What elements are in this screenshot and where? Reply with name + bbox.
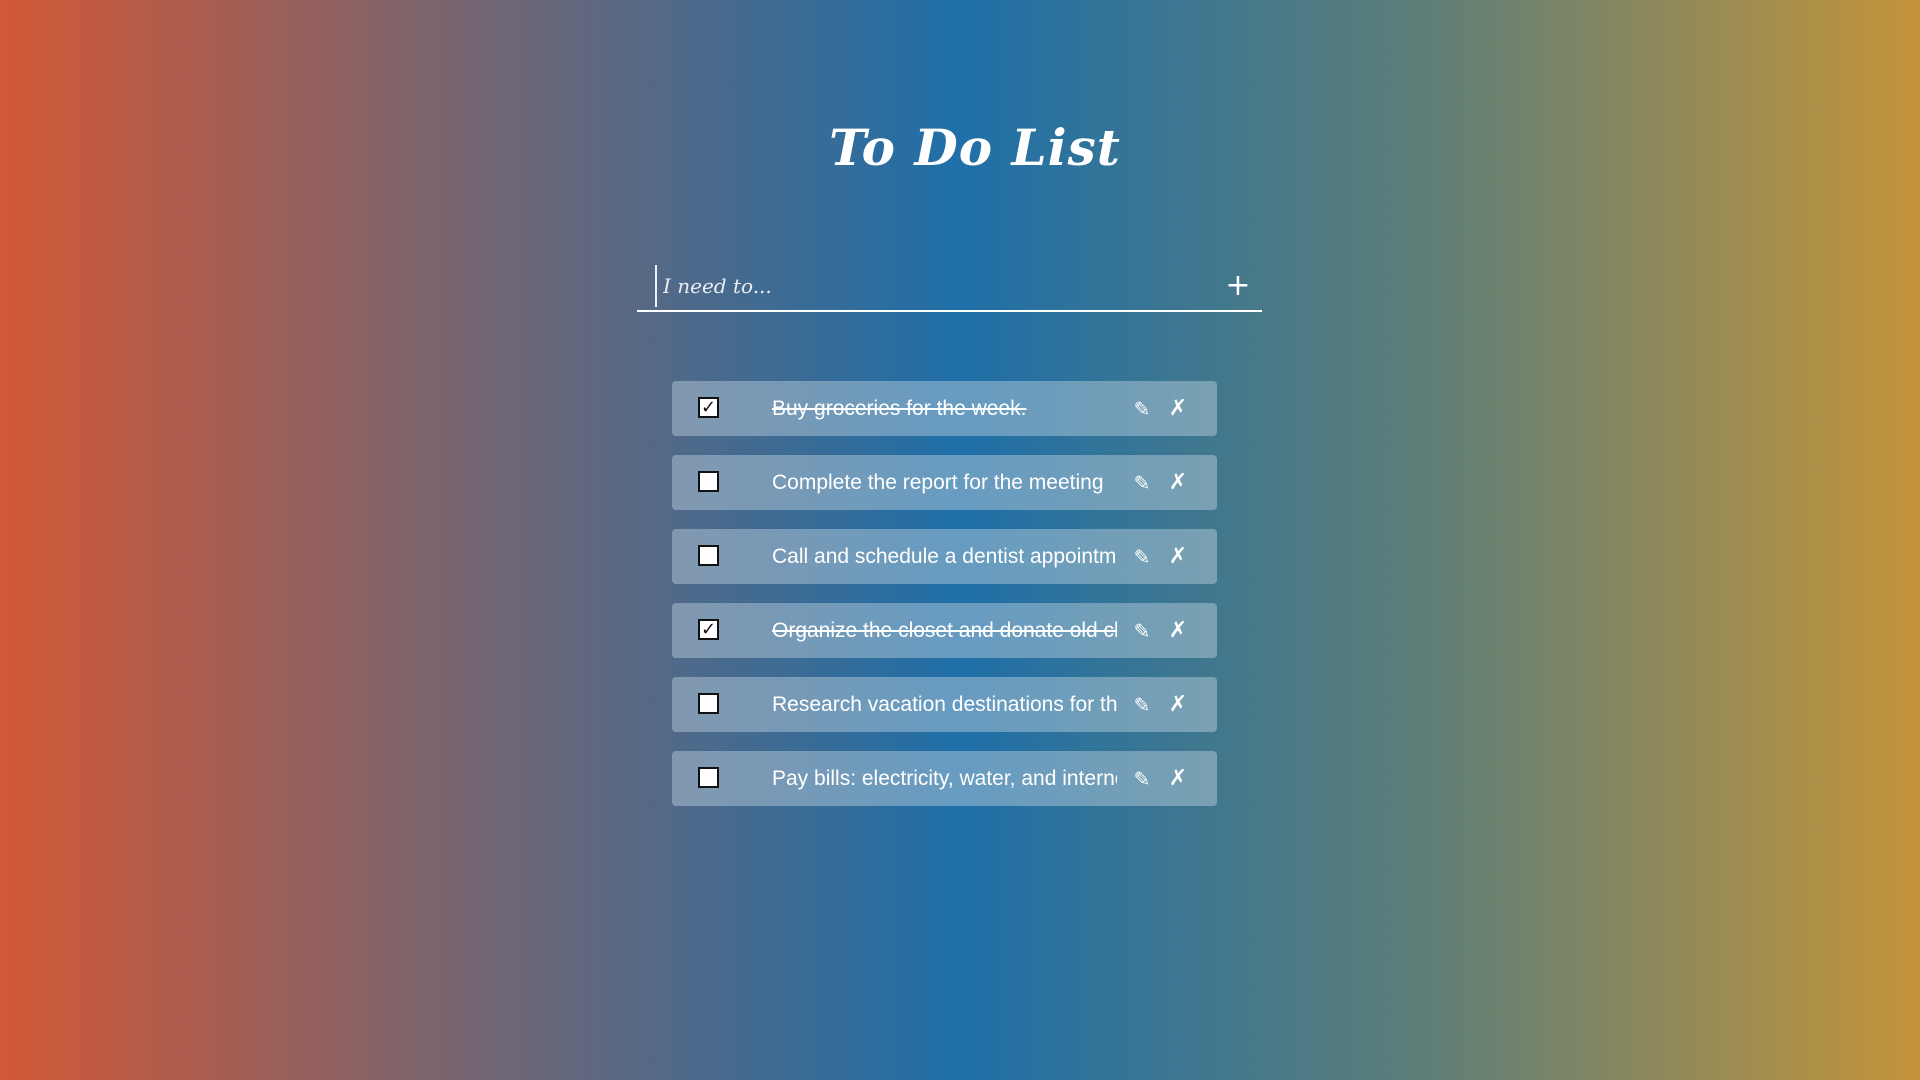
- todo-item: ✓ Buy groceries for the week. ✎ ✗: [672, 381, 1217, 436]
- edit-button[interactable]: ✎: [1128, 691, 1156, 719]
- edit-button[interactable]: ✎: [1128, 543, 1156, 571]
- pencil-icon: ✎: [1133, 766, 1151, 791]
- delete-button[interactable]: ✗: [1164, 469, 1192, 497]
- task-checkbox[interactable]: ✓: [698, 619, 719, 640]
- task-checkbox[interactable]: [698, 471, 719, 492]
- task-text: Pay bills: electricity, water, and inter…: [772, 766, 1117, 790]
- delete-button[interactable]: ✗: [1164, 617, 1192, 645]
- delete-button[interactable]: ✗: [1164, 691, 1192, 719]
- close-icon: ✗: [1168, 544, 1188, 569]
- task-text: Buy groceries for the week.: [772, 396, 1027, 420]
- task-text: Organize the closet and donate old cloth…: [772, 618, 1117, 642]
- pencil-icon: ✎: [1133, 396, 1151, 421]
- close-icon: ✗: [1168, 396, 1188, 421]
- task-checkbox[interactable]: ✓: [698, 397, 719, 418]
- delete-button[interactable]: ✗: [1164, 765, 1192, 793]
- close-icon: ✗: [1168, 766, 1188, 791]
- task-checkbox[interactable]: [698, 767, 719, 788]
- delete-button[interactable]: ✗: [1164, 395, 1192, 423]
- add-task-form: +: [637, 262, 1262, 312]
- todo-item: Research vacation destinations for the s…: [672, 677, 1217, 732]
- edit-button[interactable]: ✎: [1128, 765, 1156, 793]
- pencil-icon: ✎: [1133, 618, 1151, 643]
- pencil-icon: ✎: [1133, 470, 1151, 495]
- edit-button[interactable]: ✎: [1128, 469, 1156, 497]
- todo-item: ✓ Organize the closet and donate old clo…: [672, 603, 1217, 658]
- pencil-icon: ✎: [1133, 692, 1151, 717]
- delete-button[interactable]: ✗: [1164, 543, 1192, 571]
- add-button[interactable]: +: [1218, 266, 1258, 306]
- check-icon: ✓: [700, 618, 717, 640]
- check-icon: ✓: [700, 396, 717, 418]
- task-text: Complete the report for the meeting: [772, 470, 1104, 494]
- edit-button[interactable]: ✎: [1128, 395, 1156, 423]
- close-icon: ✗: [1168, 692, 1188, 717]
- page-title: To Do List: [829, 118, 1121, 177]
- close-icon: ✗: [1168, 618, 1188, 643]
- task-text: Research vacation destinations for the s…: [772, 692, 1117, 716]
- task-checkbox[interactable]: [698, 693, 719, 714]
- task-checkbox[interactable]: [698, 545, 719, 566]
- todo-item: Complete the report for the meeting ✎ ✗: [672, 455, 1217, 510]
- todo-item: Call and schedule a dentist appointment …: [672, 529, 1217, 584]
- plus-icon: +: [1225, 268, 1251, 303]
- edit-button[interactable]: ✎: [1128, 617, 1156, 645]
- pencil-icon: ✎: [1133, 544, 1151, 569]
- task-text: Call and schedule a dentist appointment: [772, 544, 1117, 568]
- task-input[interactable]: [655, 265, 1218, 307]
- todo-item: Pay bills: electricity, water, and inter…: [672, 751, 1217, 806]
- todo-list: ✓ Buy groceries for the week. ✎ ✗ Comple…: [672, 381, 1217, 825]
- close-icon: ✗: [1168, 470, 1188, 495]
